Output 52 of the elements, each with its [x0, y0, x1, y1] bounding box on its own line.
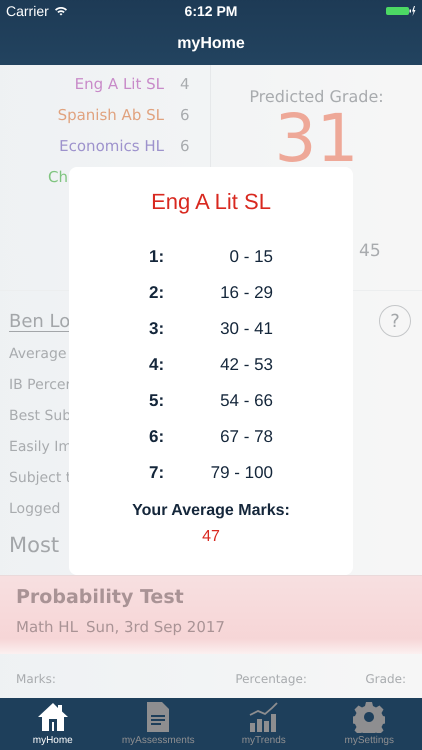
tab[interactable]: myAssessments: [108, 700, 208, 750]
status-time: 6:12 PM: [184, 3, 238, 19]
grade-total: 45: [359, 241, 381, 261]
grade-number: 7:: [149, 463, 164, 483]
assessment-date: Sun, 3rd Sep 2017: [86, 618, 225, 636]
settings-icon: [353, 701, 386, 733]
carrier-name: Carrier: [6, 3, 49, 19]
subject-name: Spanish Ab SL: [58, 106, 164, 124]
column-label: Marks:: [16, 672, 57, 686]
stat-label: Average: [9, 345, 66, 364]
tab[interactable]: myTrends: [214, 700, 314, 750]
subject-grade: 6: [180, 106, 191, 124]
subject-grade: 6: [180, 136, 191, 154]
grade-number: 1:: [149, 247, 164, 267]
column-label: Percentage:: [235, 672, 308, 686]
assessment-title: Probability Test: [16, 586, 185, 608]
mark-range: 16 - 29: [220, 283, 273, 303]
assessment-subject: Math HL: [16, 618, 78, 636]
nav-title: myHome: [177, 34, 245, 52]
mark-range: 0 - 15: [230, 247, 273, 267]
subject-grade: 4: [180, 74, 191, 92]
help-button[interactable]: ?: [379, 305, 411, 337]
section-heading: Most: [9, 533, 60, 559]
mark-range: 54 - 66: [220, 391, 273, 411]
average-marks-value: 47: [202, 528, 220, 546]
battery-icon: [386, 6, 416, 16]
tab[interactable]: myHome: [2, 700, 103, 750]
mark-range: 67 - 78: [220, 427, 273, 447]
stat-label: Logged: [9, 500, 60, 519]
mark-range: 42 - 53: [220, 355, 273, 375]
mark-range: 79 - 100: [210, 463, 273, 483]
grade-number: 3:: [149, 319, 164, 339]
predicted-grade: 31: [274, 108, 358, 170]
column-label: Grade:: [365, 672, 406, 686]
average-marks-label: Your Average Marks:: [132, 502, 290, 520]
subject-name: Economics HL: [59, 136, 164, 154]
assessment-card[interactable]: Probability Test Math HL Sun, 3rd Sep 2017: [0, 575, 422, 654]
chart-icon: [248, 701, 280, 733]
subject-name: Eng A Lit SL: [74, 74, 164, 92]
grade-number: 5:: [149, 391, 164, 411]
dialog-title: Eng A Lit SL: [151, 189, 271, 215]
subject-name: Ch: [48, 168, 68, 186]
stat-label: IB Percer: [9, 376, 72, 395]
mark-range: 30 - 41: [220, 319, 273, 339]
grade-number: 2:: [149, 283, 164, 303]
predicted-grade-label: Predicted Grade:: [249, 87, 384, 106]
grade-number: 4:: [149, 355, 164, 375]
house-icon: [36, 701, 69, 733]
grade-number: 6:: [149, 427, 164, 447]
student-name: Ben Lo: [9, 310, 70, 332]
wifi-icon: [54, 6, 68, 16]
tab[interactable]: mySettings: [319, 700, 420, 750]
